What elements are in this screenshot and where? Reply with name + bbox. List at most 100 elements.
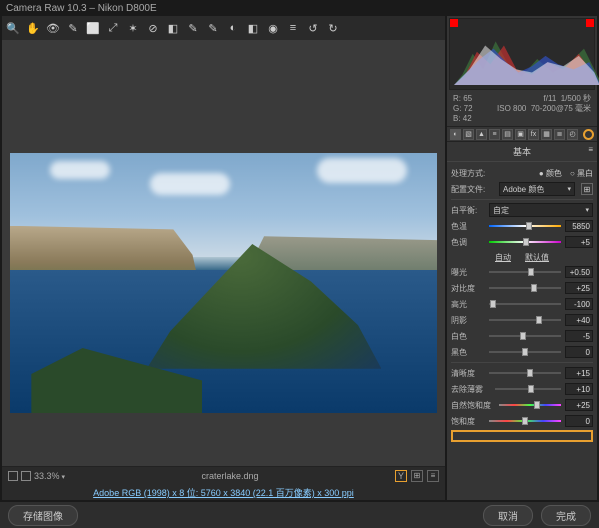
eyedropper-tool-icon[interactable]: 👁 xyxy=(46,21,60,35)
workflow-options-link[interactable]: Adobe RGB (1998) x 8 位: 5760 x 3840 (22.… xyxy=(2,484,445,500)
contrast-slider[interactable] xyxy=(489,283,561,293)
left-pane: 🔍 ✋ 👁 ✎ ⬜ ⤢ ✶ ⊘ ◧ ✎ ✎ ◐ ◧ ◉ ≡ ↺ ↻ xyxy=(0,16,447,502)
crop-tool-icon[interactable]: ⤢ xyxy=(106,21,120,35)
profile-select[interactable]: Adobe 颜色 xyxy=(499,182,575,196)
saturation-label: 饱和度 xyxy=(451,416,485,427)
contrast-value[interactable]: +25 xyxy=(565,282,593,294)
treatment-label: 处理方式: xyxy=(451,168,485,179)
histogram[interactable] xyxy=(449,18,595,90)
treatment-bw[interactable]: 黑白 xyxy=(570,168,593,179)
radial-filter-tool-icon[interactable]: ◧ xyxy=(246,21,260,35)
clarity-label: 清晰度 xyxy=(451,368,485,379)
view-menu-icon[interactable]: ≡ xyxy=(427,470,439,482)
highlights-slider[interactable] xyxy=(489,299,561,309)
profile-browse-icon[interactable]: ⊞ xyxy=(581,183,593,195)
exposure-label: 曝光 xyxy=(451,267,485,278)
dehaze-label: 去除薄雾 xyxy=(451,384,491,395)
compare-view-icon[interactable]: ⊞ xyxy=(411,470,423,482)
panel-menu-button[interactable] xyxy=(583,129,594,140)
blacks-slider[interactable] xyxy=(489,347,561,357)
wb-select[interactable]: 自定 xyxy=(489,203,593,217)
title-bar: Camera Raw 10.3 – Nikon D800E xyxy=(0,0,599,16)
tint-slider[interactable] xyxy=(489,237,561,247)
hand-tool-icon[interactable]: ✋ xyxy=(26,21,40,35)
clarity-slider[interactable] xyxy=(489,368,561,378)
tint-label: 色调 xyxy=(451,237,485,248)
exposure-slider[interactable] xyxy=(489,267,561,277)
color-sampler-tool-icon[interactable]: ✎ xyxy=(66,21,80,35)
shadows-slider[interactable] xyxy=(489,315,561,325)
clarity-value[interactable]: +15 xyxy=(565,367,593,379)
spot-removal-tool-icon[interactable]: ◧ xyxy=(166,21,180,35)
temp-slider[interactable] xyxy=(489,221,561,231)
temp-value[interactable]: 5850 xyxy=(565,220,593,232)
grid-toggle-icon[interactable] xyxy=(8,471,18,481)
straighten-tool-icon[interactable]: ✶ xyxy=(126,21,140,35)
highlight-indicator xyxy=(451,430,593,442)
dehaze-value[interactable]: +10 xyxy=(565,383,593,395)
presets-tool-icon[interactable]: ≡ xyxy=(286,21,300,35)
tab-curve[interactable]: ▧ xyxy=(463,129,474,140)
auto-link[interactable]: 自动 xyxy=(495,252,511,263)
fit-toggle-icon[interactable] xyxy=(21,471,31,481)
preview-image xyxy=(10,153,437,413)
canvas-area[interactable] xyxy=(2,40,445,466)
footer: 存储图像 取消 完成 xyxy=(0,502,599,528)
rgb-b: B: 42 xyxy=(453,114,473,124)
contrast-label: 对比度 xyxy=(451,283,485,294)
tab-basic[interactable]: ◐ xyxy=(450,129,461,140)
vibrance-slider[interactable] xyxy=(499,400,561,410)
shutter: 1/500 秒 xyxy=(561,94,591,103)
right-pane: R: 65 G: 72 B: 42 f/11 1/500 秒 ISO 800 7… xyxy=(447,16,599,502)
default-link[interactable]: 默认值 xyxy=(525,252,549,263)
rotate-ccw-icon[interactable]: ↺ xyxy=(306,21,320,35)
rgb-g: G: 72 xyxy=(453,104,473,114)
whites-value[interactable]: -5 xyxy=(565,330,593,342)
treatment-color[interactable]: 颜色 xyxy=(539,168,562,179)
treatment-radios[interactable]: 颜色 黑白 xyxy=(539,168,593,179)
highlights-value[interactable]: -100 xyxy=(565,298,593,310)
tab-hsl[interactable]: ≡ xyxy=(489,129,500,140)
vibrance-value[interactable]: +25 xyxy=(565,399,593,411)
adjustment-brush-tool-icon[interactable]: ✎ xyxy=(206,21,220,35)
shadows-value[interactable]: +40 xyxy=(565,314,593,326)
wb-label: 白平衡: xyxy=(451,205,485,216)
tab-detail[interactable]: ▲ xyxy=(476,129,487,140)
tab-snapshots[interactable]: ◴ xyxy=(567,129,578,140)
rotate-cw-icon[interactable]: ↻ xyxy=(326,21,340,35)
tint-value[interactable]: +5 xyxy=(565,236,593,248)
vibrance-label: 自然饱和度 xyxy=(451,400,495,411)
dehaze-slider[interactable] xyxy=(495,384,561,394)
graduated-filter-tool-icon[interactable]: ◐ xyxy=(226,21,240,35)
exposure-value[interactable]: +0.50 xyxy=(565,266,593,278)
preferences-tool-icon[interactable]: ◉ xyxy=(266,21,280,35)
toolbar: 🔍 ✋ 👁 ✎ ⬜ ⤢ ✶ ⊘ ◧ ✎ ✎ ◐ ◧ ◉ ≡ ↺ ↻ xyxy=(2,16,445,40)
highlight-clip-warning-icon[interactable] xyxy=(586,19,594,27)
transform-tool-icon[interactable]: ⊘ xyxy=(146,21,160,35)
blacks-value[interactable]: 0 xyxy=(565,346,593,358)
saturation-value[interactable]: 0 xyxy=(565,415,593,427)
status-bar: 33.3% craterlake.dng Y ⊞ ≡ xyxy=(2,466,445,484)
panel-menu-icon[interactable]: ≡ xyxy=(588,145,593,154)
tab-calib[interactable]: ▦ xyxy=(541,129,552,140)
preview-toggle-button[interactable]: Y xyxy=(395,470,407,482)
tab-lens[interactable]: ▣ xyxy=(515,129,526,140)
tab-fx[interactable]: fx xyxy=(528,129,539,140)
zoom-tool-icon[interactable]: 🔍 xyxy=(6,21,20,35)
whites-slider[interactable] xyxy=(489,331,561,341)
iso: ISO 800 xyxy=(497,104,526,113)
tab-split[interactable]: ▤ xyxy=(502,129,513,140)
shadow-clip-warning-icon[interactable] xyxy=(450,19,458,27)
done-button[interactable]: 完成 xyxy=(541,505,591,526)
zoom-level[interactable]: 33.3% xyxy=(34,471,65,481)
save-image-button[interactable]: 存储图像 xyxy=(8,505,78,526)
target-adjust-tool-icon[interactable]: ⬜ xyxy=(86,21,100,35)
tab-presets[interactable]: ≣ xyxy=(554,129,565,140)
highlights-label: 高光 xyxy=(451,299,485,310)
exif-info: R: 65 G: 72 B: 42 f/11 1/500 秒 ISO 800 7… xyxy=(447,92,597,126)
cancel-button[interactable]: 取消 xyxy=(483,505,533,526)
saturation-slider[interactable] xyxy=(489,416,561,426)
redeye-tool-icon[interactable]: ✎ xyxy=(186,21,200,35)
panel-tabs: ◐ ▧ ▲ ≡ ▤ ▣ fx ▦ ≣ ◴ xyxy=(447,126,597,142)
basic-panel: 处理方式: 颜色 黑白 配置文件: Adobe 颜色 ⊞ 白平衡: 自定 色温 … xyxy=(447,162,597,500)
